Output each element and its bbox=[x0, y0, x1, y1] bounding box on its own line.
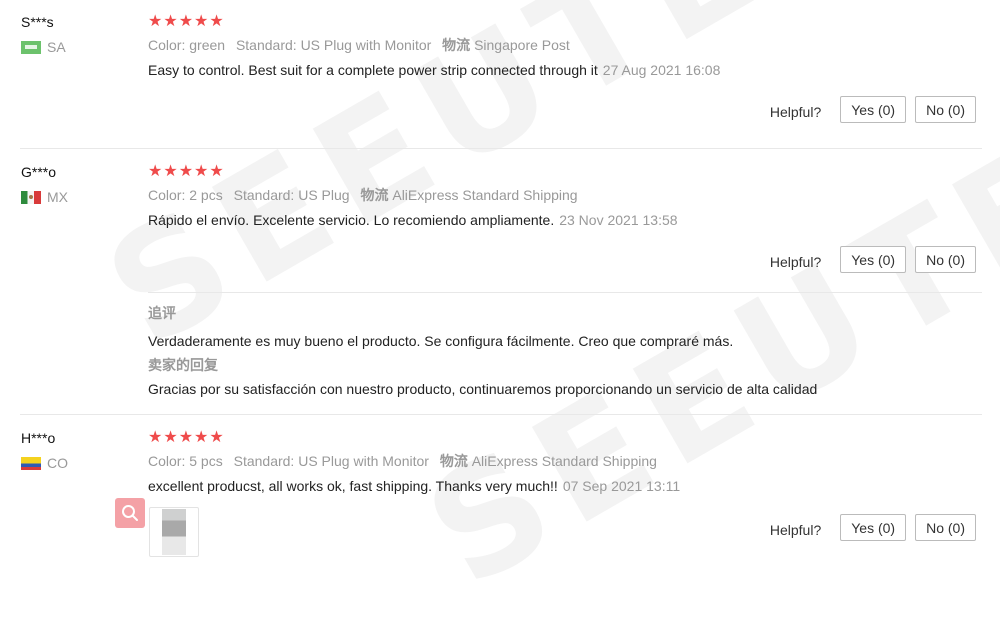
review-content: ★ ★ ★ ★ ★ Color: 5 pcs Standard: US Plug wit… bbox=[148, 429, 980, 495]
star-icon: ★ bbox=[178, 429, 194, 446]
followup-text: Verdaderamente es muy bueno el producto.… bbox=[148, 333, 734, 349]
helpful-no-button[interactable]: No (0) bbox=[915, 246, 976, 273]
helpful-yes-button[interactable]: Yes (0) bbox=[840, 514, 907, 541]
review-body: Easy to control. Best suit for a complet… bbox=[148, 62, 598, 78]
meta-key: Standard: bbox=[235, 37, 297, 53]
reviewer-country: SA bbox=[21, 39, 66, 55]
star-icon: ★ bbox=[209, 163, 224, 180]
reviewer-country: MX bbox=[21, 189, 68, 205]
helpful-no-button[interactable]: No (0) bbox=[915, 96, 976, 123]
review-text: excellent producst, all works ok, fast s… bbox=[148, 477, 980, 495]
helpful-controls: Helpful? Yes (0) No (0) bbox=[770, 246, 976, 273]
star-icon: ★ bbox=[194, 163, 209, 180]
followup-heading: 追评 bbox=[148, 305, 176, 321]
star-icon: ★ bbox=[178, 13, 194, 30]
reviewer-info: H***o CO bbox=[21, 429, 68, 471]
helpful-label: Helpful? bbox=[769, 521, 822, 538]
meta-value: Singapore Post bbox=[474, 37, 570, 53]
meta-key: Standard: bbox=[233, 187, 295, 203]
divider bbox=[20, 414, 982, 415]
flag-co-icon bbox=[21, 456, 41, 470]
review-photo-thumbnail[interactable] bbox=[149, 507, 199, 557]
review-time: 27 Aug 2021 16:08 bbox=[602, 62, 721, 78]
star-icon: ★ bbox=[209, 429, 224, 446]
country-code: CO bbox=[47, 455, 68, 471]
star-icon: ★ bbox=[148, 13, 163, 30]
helpful-yes-button[interactable]: Yes (0) bbox=[840, 96, 907, 123]
meta-value: 2 pcs bbox=[189, 187, 223, 203]
review-text: Rápido el envío. Excelente servicio. Lo … bbox=[148, 211, 980, 229]
reviewer-country: CO bbox=[21, 455, 68, 471]
zoom-search-icon[interactable] bbox=[115, 498, 145, 528]
star-rating: ★ ★ ★ ★ ★ bbox=[148, 429, 980, 447]
meta-value: green bbox=[189, 37, 226, 53]
star-rating: ★ ★ ★ ★ ★ bbox=[148, 13, 980, 31]
helpful-label: Helpful? bbox=[769, 253, 822, 270]
review-meta: Color: green Standard: US Plug with Moni… bbox=[148, 36, 980, 54]
meta-value: US Plug bbox=[298, 187, 350, 203]
meta-value: AliExpress Standard Shipping bbox=[392, 187, 578, 203]
review-followup: 追评 Verdaderamente es muy bueno el produc… bbox=[148, 304, 817, 398]
meta-key: 物流 bbox=[360, 187, 389, 203]
country-code: MX bbox=[47, 189, 68, 205]
flag-sa-icon bbox=[21, 40, 41, 54]
review-meta: Color: 2 pcs Standard: US Plug 物流 AliExp… bbox=[148, 186, 980, 204]
reviewer-name: H***o bbox=[21, 430, 56, 446]
star-icon: ★ bbox=[178, 163, 194, 180]
meta-key: 物流 bbox=[439, 453, 468, 469]
review-content: ★ ★ ★ ★ ★ Color: 2 pcs Standard: US Plug 物流 … bbox=[148, 163, 980, 229]
helpful-controls: Helpful? Yes (0) No (0) bbox=[770, 514, 976, 541]
review-body: Rápido el envío. Excelente servicio. Lo … bbox=[148, 212, 555, 228]
meta-key: Color: bbox=[148, 37, 186, 53]
star-icon: ★ bbox=[194, 13, 209, 30]
meta-value: AliExpress Standard Shipping bbox=[471, 453, 657, 469]
meta-value: US Plug with Monitor bbox=[298, 453, 429, 469]
meta-value: US Plug with Monitor bbox=[300, 37, 432, 53]
helpful-controls: Helpful? Yes (0) No (0) bbox=[770, 96, 976, 123]
meta-key: Standard: bbox=[233, 453, 295, 469]
helpful-label: Helpful? bbox=[769, 103, 822, 120]
reviewer-info: S***s SA bbox=[21, 13, 66, 55]
helpful-yes-button[interactable]: Yes (0) bbox=[840, 246, 907, 273]
flag-mx-icon bbox=[21, 190, 41, 204]
meta-key: Color: bbox=[148, 453, 186, 469]
reviewer-name: S***s bbox=[21, 14, 54, 30]
review-time: 23 Nov 2021 13:58 bbox=[559, 212, 678, 228]
review-time: 07 Sep 2021 13:11 bbox=[562, 478, 681, 494]
reviewer-info: G***o MX bbox=[21, 163, 68, 205]
review-meta: Color: 5 pcs Standard: US Plug with Moni… bbox=[148, 452, 980, 470]
star-icon: ★ bbox=[194, 429, 209, 446]
helpful-no-button[interactable]: No (0) bbox=[915, 514, 976, 541]
divider bbox=[20, 148, 982, 149]
star-icon: ★ bbox=[163, 429, 178, 446]
meta-value: 5 pcs bbox=[189, 453, 223, 469]
seller-reply-text: Gracias por su satisfacción con nuestro … bbox=[148, 381, 818, 397]
star-icon: ★ bbox=[163, 163, 178, 180]
reviewer-name: G***o bbox=[21, 164, 57, 180]
seller-reply-heading: 卖家的回复 bbox=[148, 357, 218, 373]
photo-preview bbox=[162, 509, 186, 555]
review-body: excellent producst, all works ok, fast s… bbox=[148, 478, 558, 494]
meta-key: 物流 bbox=[442, 37, 471, 53]
divider bbox=[148, 292, 982, 293]
star-rating: ★ ★ ★ ★ ★ bbox=[148, 163, 980, 181]
review-content: ★ ★ ★ ★ ★ Color: green Standard: US Plug wit… bbox=[148, 13, 980, 79]
star-icon: ★ bbox=[148, 163, 163, 180]
star-icon: ★ bbox=[148, 429, 163, 446]
country-code: SA bbox=[47, 39, 66, 55]
star-icon: ★ bbox=[163, 13, 178, 30]
star-icon: ★ bbox=[209, 13, 224, 30]
review-text: Easy to control. Best suit for a complet… bbox=[148, 61, 980, 79]
meta-key: Color: bbox=[148, 187, 186, 203]
